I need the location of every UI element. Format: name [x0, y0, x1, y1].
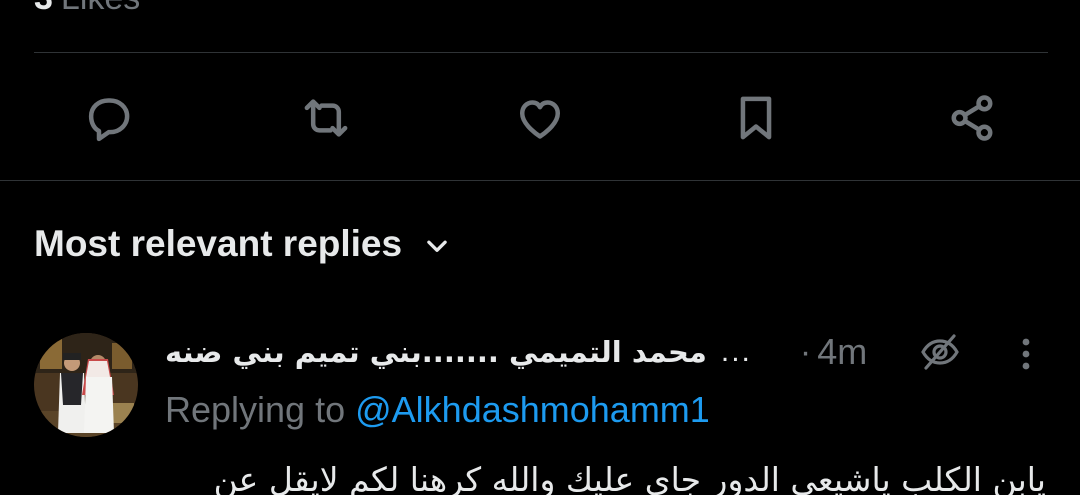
tweet-action-bar — [0, 88, 1080, 148]
reply-header: محمد التميمي .......بني تميم بني ضنه ...… — [165, 326, 867, 378]
heart-icon — [519, 100, 561, 139]
hidden-reply-button[interactable] — [914, 326, 966, 378]
chevron-down-icon — [427, 240, 447, 252]
avatar-photo — [34, 333, 138, 437]
reply-icon — [88, 98, 130, 142]
likes-label: Likes — [61, 0, 140, 17]
reply-author-name[interactable]: محمد التميمي .......بني تميم بني ضنه — [165, 335, 707, 369]
separator-dot: · — [799, 332, 812, 371]
more-options-button[interactable] — [1006, 330, 1046, 378]
replying-to-line: Replying to @Alkhdashmohamm1 — [165, 386, 710, 434]
repost-icon — [304, 99, 348, 137]
actions-divider — [0, 180, 1080, 181]
likes-count-row[interactable]: 3 Likes — [34, 0, 140, 18]
share-icon — [951, 95, 993, 141]
reply-body-text: يابن الكلب ياشيعي الدور جاي عليك والله ك… — [213, 460, 1046, 495]
replies-sort-label: Most relevant replies — [34, 223, 403, 264]
likes-count: 3 — [34, 0, 53, 17]
eye-off-icon — [921, 334, 959, 370]
name-ellipsis: ... — [720, 335, 752, 368]
replying-to-label: Replying to — [165, 389, 346, 430]
like-button[interactable] — [510, 88, 570, 148]
avatar[interactable] — [34, 333, 138, 437]
reply-button[interactable] — [78, 88, 138, 148]
bookmark-icon — [740, 96, 772, 140]
repost-button[interactable] — [296, 88, 356, 148]
stats-divider — [34, 52, 1048, 53]
reply-timestamp[interactable]: 4m — [817, 331, 867, 373]
share-button[interactable] — [942, 88, 1002, 148]
more-vertical-icon — [1022, 338, 1030, 370]
replies-sort-dropdown[interactable]: Most relevant replies — [34, 220, 450, 268]
bookmark-button[interactable] — [726, 88, 786, 148]
replying-to-mention-link[interactable]: @Alkhdashmohamm1 — [355, 389, 710, 430]
